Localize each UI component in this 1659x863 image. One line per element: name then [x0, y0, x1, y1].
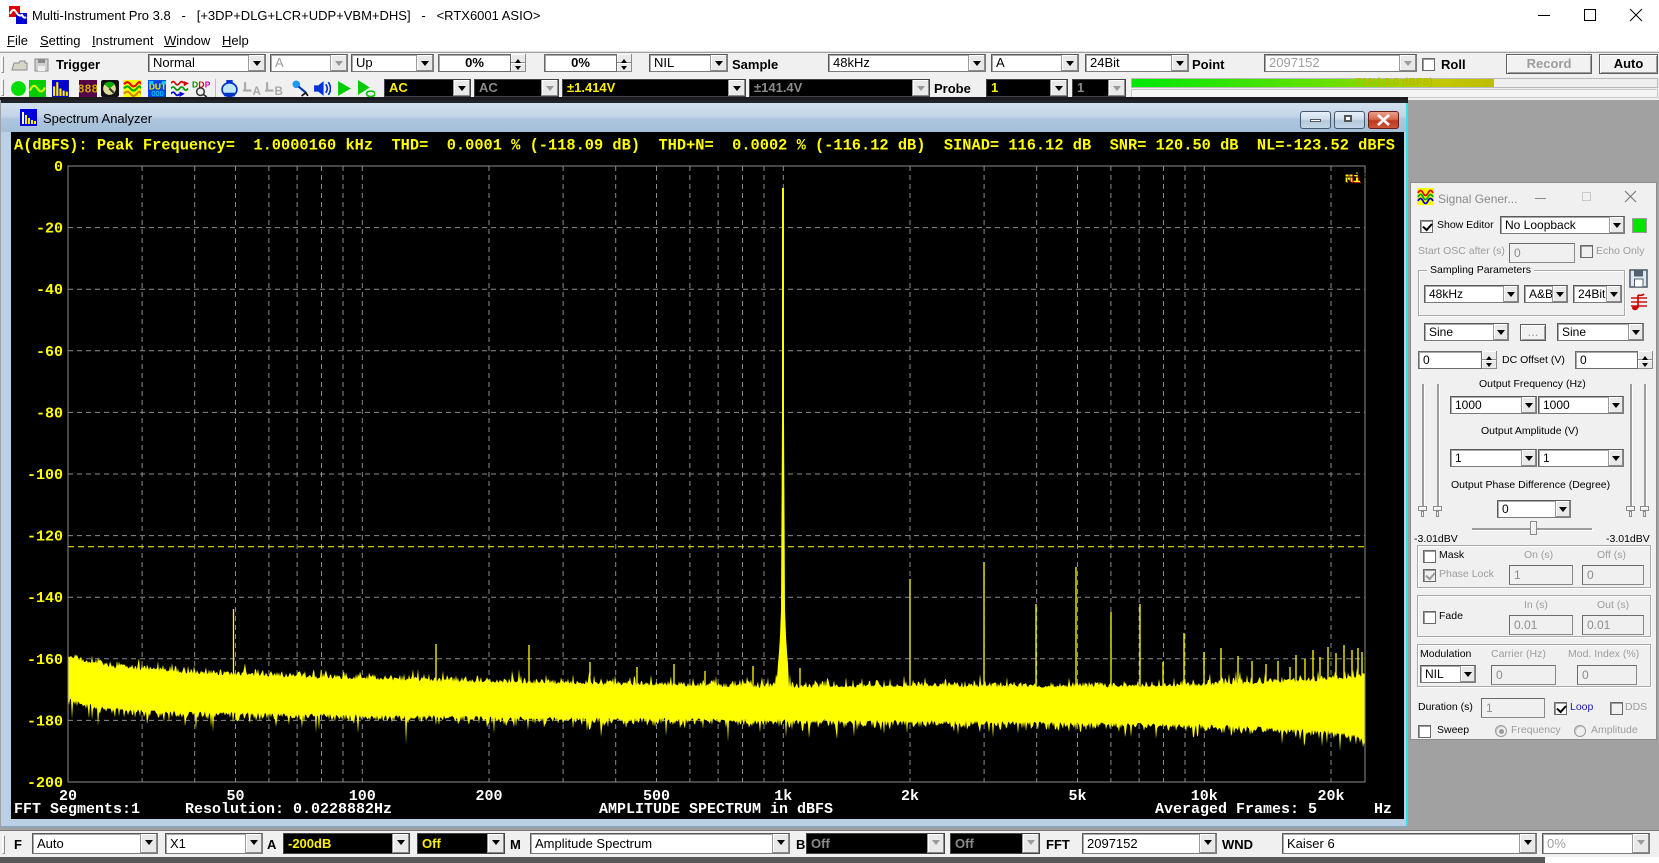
svg-text:Hz: Hz — [1374, 801, 1392, 818]
svg-text:Resolution: 0.0228882Hz: Resolution: 0.0228882Hz — [185, 801, 392, 818]
svg-text:-120: -120 — [27, 529, 63, 546]
svg-text:5k: 5k — [1068, 788, 1086, 805]
svg-text:-40: -40 — [36, 282, 63, 299]
svg-text:0: 0 — [54, 159, 63, 176]
svg-text:Averaged Frames: 5: Averaged Frames: 5 — [1155, 801, 1317, 818]
svg-text:2k: 2k — [901, 788, 919, 805]
svg-text:-80: -80 — [36, 405, 63, 422]
svg-text:20k: 20k — [1317, 788, 1344, 805]
svg-text:-160: -160 — [27, 652, 63, 669]
svg-text:-140: -140 — [27, 590, 63, 607]
svg-text:AMPLITUDE SPECTRUM in dBFS: AMPLITUDE SPECTRUM in dBFS — [599, 801, 833, 818]
svg-text:A(dBFS): Peak Frequency= 1.00: A(dBFS): Peak Frequency= 1.0000160 kHz T… — [14, 137, 1395, 155]
svg-text:-60: -60 — [36, 344, 63, 361]
svg-text:-20: -20 — [36, 221, 63, 238]
svg-text:FFT Segments:1: FFT Segments:1 — [14, 801, 140, 818]
svg-text:-180: -180 — [27, 713, 63, 730]
svg-text:A: A — [253, 85, 261, 97]
svg-text:888: 888 — [79, 84, 97, 97]
svg-text:-100: -100 — [27, 467, 63, 484]
svg-text:P: P — [205, 80, 210, 89]
svg-text:Mi: Mi — [1345, 171, 1361, 186]
svg-text:D: D — [192, 80, 198, 89]
svg-text:000: 000 — [151, 89, 163, 97]
svg-text:200: 200 — [475, 788, 502, 805]
svg-text:-200: -200 — [27, 775, 63, 792]
svg-text:B: B — [275, 85, 283, 97]
